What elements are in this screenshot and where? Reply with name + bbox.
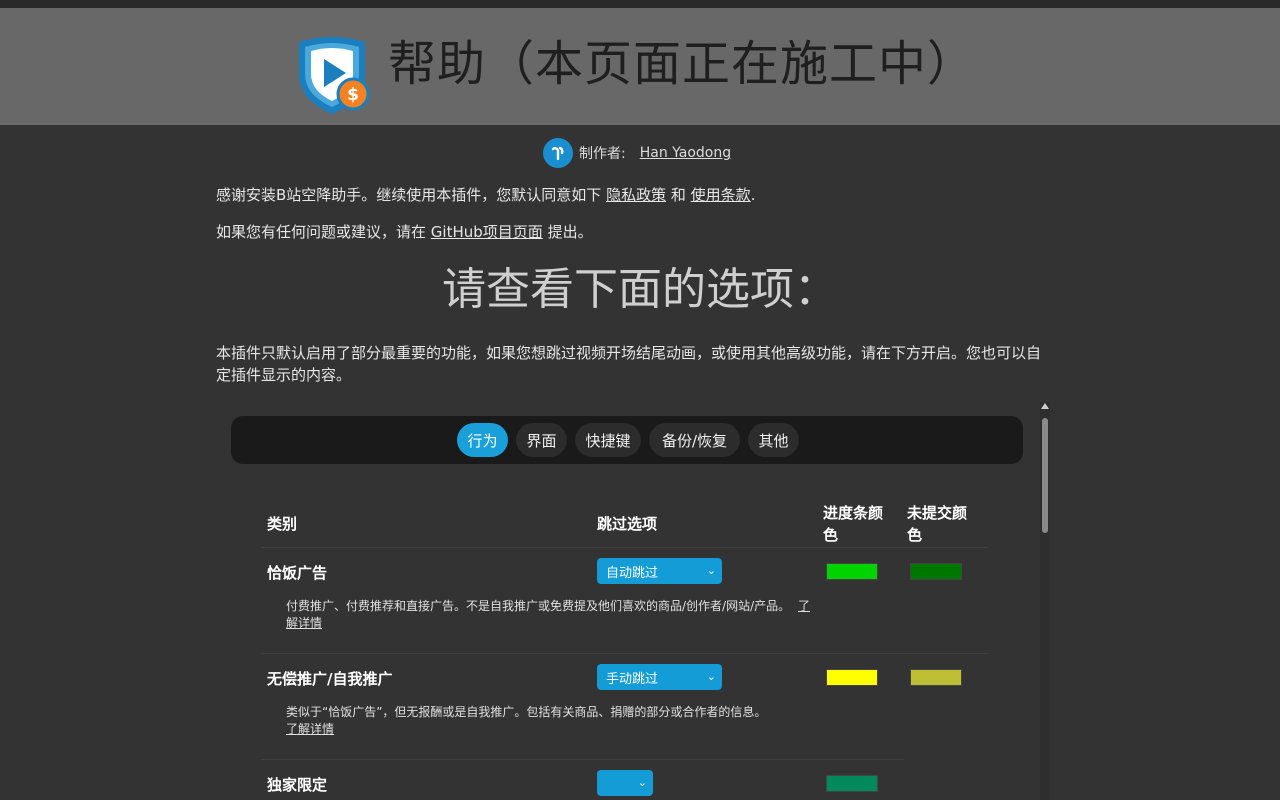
svg-text:$: $: [347, 85, 359, 105]
sponsorblock-logo-icon: $: [291, 34, 373, 116]
row-divider: [261, 653, 988, 654]
category-description-sponsor: 付费推广、付费推荐和直接广告。不是自我推广或免费提及他们喜欢的商品/创作者/网站…: [286, 598, 816, 632]
skip-option-value: 手动跳过: [606, 668, 658, 687]
tab-interface[interactable]: 界面: [516, 423, 567, 457]
header-unsubmitted-color: 未提交颜色: [907, 502, 977, 546]
category-exclusive: 独家限定: [267, 774, 327, 795]
learn-more-link[interactable]: 了解详情: [286, 722, 334, 736]
chevron-down-icon: ⌄: [638, 776, 647, 789]
bar-color-swatch-selfpromo[interactable]: [826, 669, 878, 686]
page-title: 帮助（本页面正在施工中）: [388, 34, 976, 94]
header-skip-option: 跳过选项: [597, 513, 657, 535]
table-divider: [261, 547, 988, 548]
skip-option-value: 自动跳过: [606, 562, 658, 581]
tab-backup-restore[interactable]: 备份/恢复: [649, 423, 740, 457]
author-avatar-icon: [543, 138, 573, 168]
options-description: 本插件只默认启用了部分最重要的功能，如果您想跳过视频开场结尾动画，或使用其他高级…: [216, 342, 1052, 386]
skip-option-select-exclusive[interactable]: ⌄: [597, 770, 653, 796]
bar-color-swatch-sponsor[interactable]: [826, 563, 878, 580]
chevron-down-icon: ⌄: [707, 564, 716, 577]
top-strip: [0, 0, 1280, 8]
skip-option-select-selfpromo[interactable]: 手动跳过 ⌄: [597, 664, 722, 690]
bar-color-swatch-exclusive[interactable]: [826, 775, 878, 792]
header-category: 类别: [267, 513, 297, 535]
intro-line1-end: .: [751, 186, 756, 204]
terms-of-use-link[interactable]: 使用条款: [691, 186, 751, 204]
scrollbar-thumb[interactable]: [1042, 418, 1048, 533]
intro-line-1: 感谢安装B站空降助手。继续使用本插件，您默认同意如下 隐私政策 和 使用条款.: [216, 184, 755, 205]
privacy-policy-link[interactable]: 隐私政策: [606, 186, 666, 204]
author-link[interactable]: Han Yaodong: [640, 145, 731, 161]
tab-other[interactable]: 其他: [748, 423, 799, 457]
row-divider: [261, 759, 904, 760]
category-description-selfpromo: 类似于“恰饭广告”，但无报酬或是自我推广。包括有关商品、捐赠的部分或合作者的信息…: [286, 704, 816, 738]
page-header: $ 帮助（本页面正在施工中）: [0, 8, 1280, 125]
chevron-down-icon: ⌄: [707, 670, 716, 683]
and-text: 和: [671, 186, 686, 204]
intro-text-1: 感谢安装B站空降助手。继续使用本插件，您默认同意如下: [216, 186, 601, 204]
scroll-up-arrow-icon[interactable]: [1041, 403, 1049, 409]
category-selfpromo: 无偿推广/自我推广: [267, 668, 392, 689]
category-sponsor: 恰饭广告: [267, 562, 327, 583]
header-bar-color: 进度条颜色: [823, 502, 893, 546]
tab-behavior[interactable]: 行为: [457, 423, 508, 457]
intro-text-2: 如果您有任何问题或建议，请在: [216, 223, 426, 241]
description-text: 付费推广、付费推荐和直接广告。不是自我推广或免费提及他们喜欢的商品/创作者/网站…: [286, 599, 790, 613]
github-link[interactable]: GitHub项目页面: [431, 223, 543, 241]
author-line: 制作者: Han Yaodong: [543, 138, 731, 168]
description-text: 类似于“恰饭广告”，但无报酬或是自我推广。包括有关商品、捐赠的部分或合作者的信息…: [286, 705, 766, 719]
unsubmitted-color-swatch-selfpromo[interactable]: [910, 669, 962, 686]
intro-line-2: 如果您有任何问题或建议，请在 GitHub项目页面 提出。: [216, 221, 593, 242]
tab-shortcuts[interactable]: 快捷键: [575, 423, 641, 457]
tabs: 行为 界面 快捷键 备份/恢复 其他: [457, 423, 799, 457]
intro-line2-end: 提出。: [548, 223, 593, 241]
unsubmitted-color-swatch-sponsor[interactable]: [910, 563, 962, 580]
skip-option-select-sponsor[interactable]: 自动跳过 ⌄: [597, 558, 722, 584]
author-label: 制作者:: [579, 143, 626, 163]
options-heading: 请查看下面的选项：: [0, 260, 1280, 320]
